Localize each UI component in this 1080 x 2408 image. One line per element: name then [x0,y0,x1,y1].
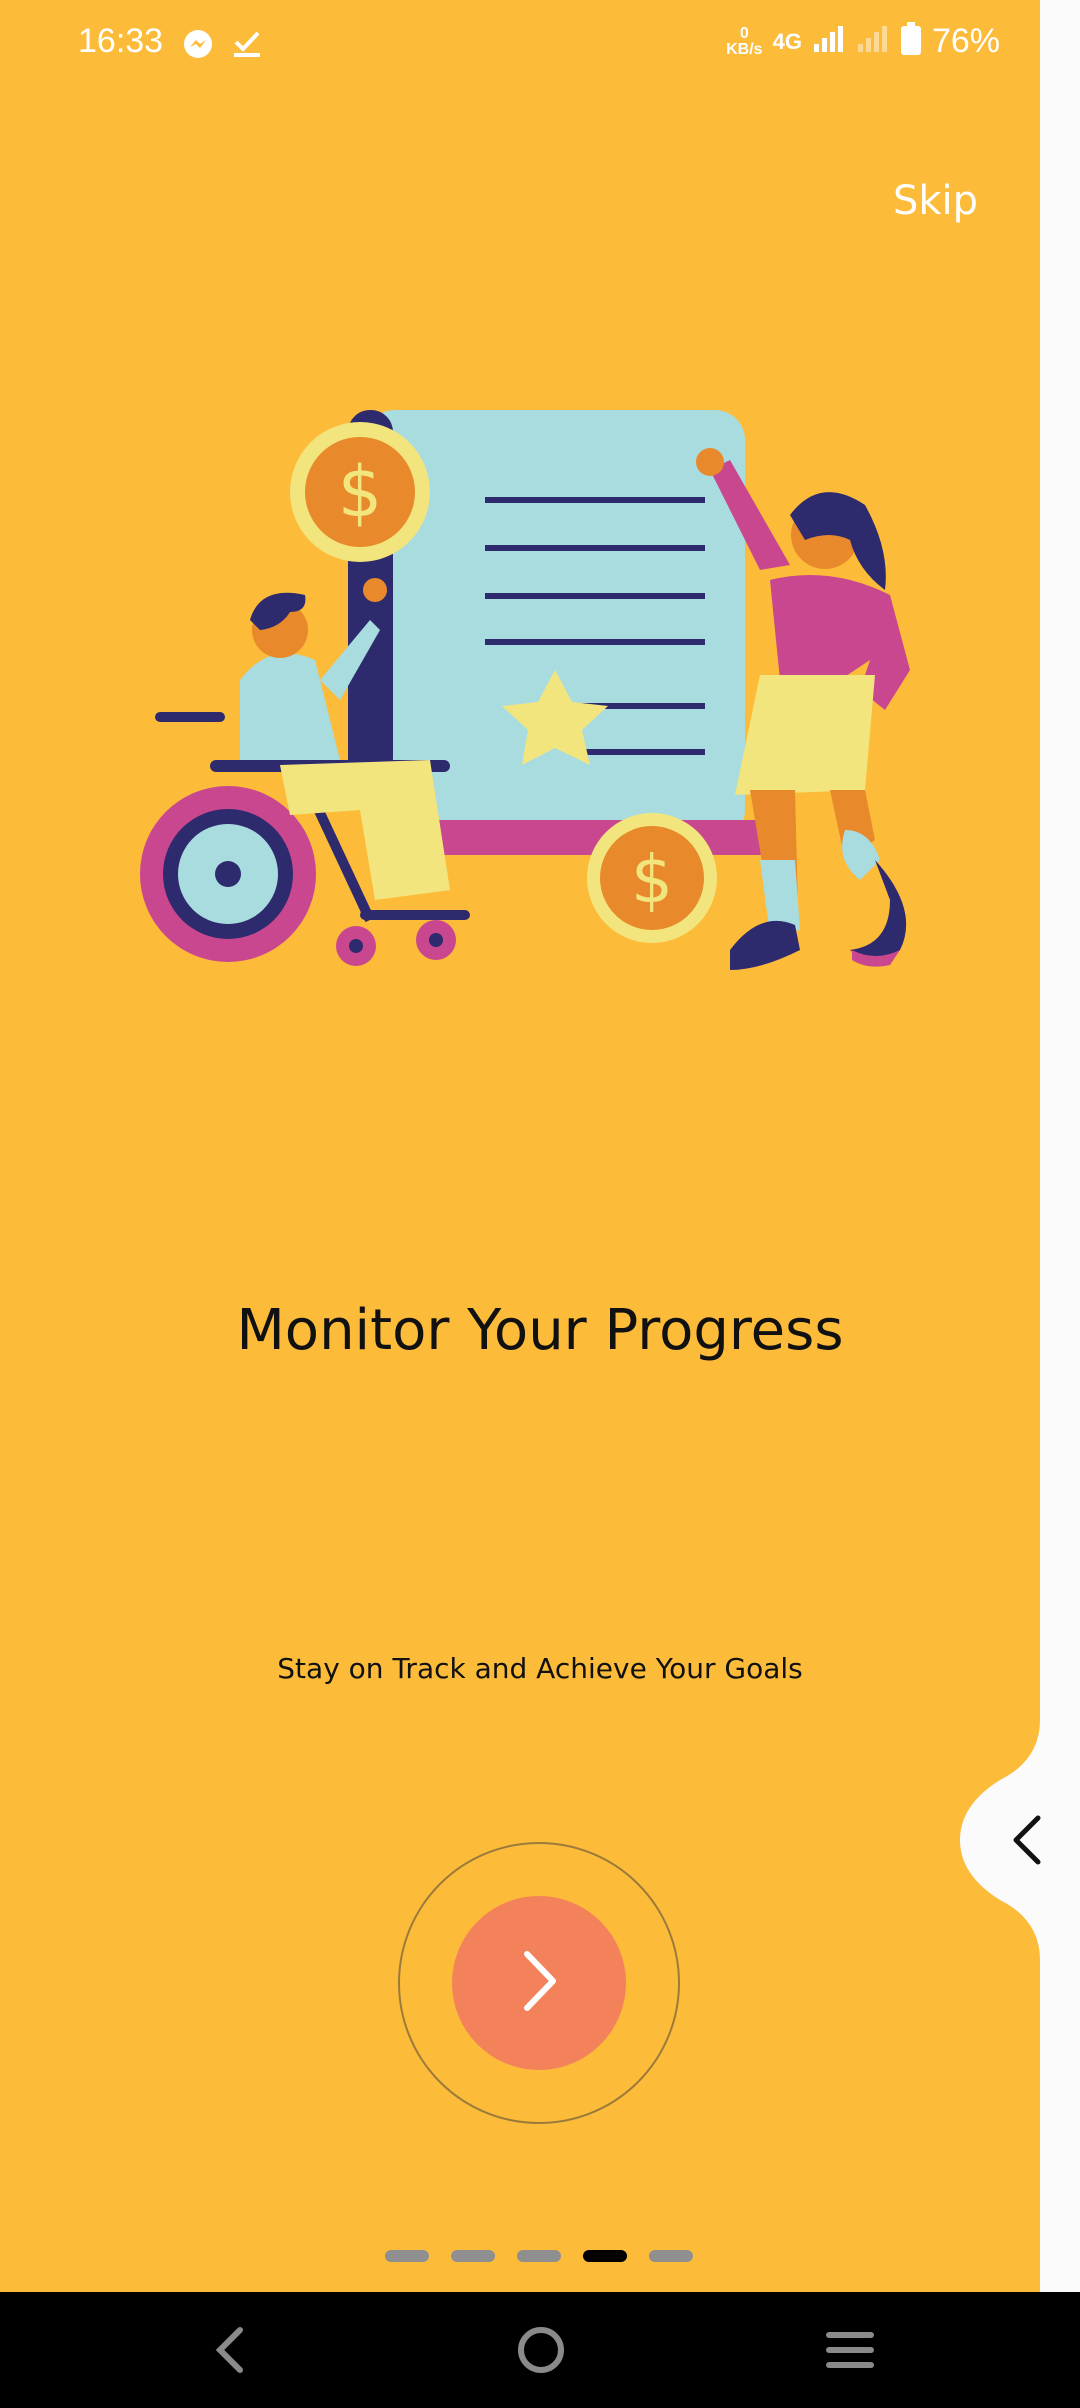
status-bar: 16:33 0 KB/s 4G 76% [0,0,1040,90]
signal-icon-sim2 [856,24,890,59]
navigation-bar [0,2292,1080,2408]
edge-back-tab[interactable] [960,1720,1080,1960]
signal-icon [812,24,846,59]
skip-button[interactable]: Skip [893,178,978,224]
battery-percent: 76% [931,22,1000,60]
svg-text:$: $ [338,451,383,533]
home-icon[interactable] [516,2322,566,2383]
page-indicator [385,2250,693,2262]
status-right: 0 KB/s 4G 76% [726,22,1000,61]
page-dot[interactable] [649,2250,693,2262]
onboarding-illustration: $ $ [130,390,930,990]
page-dot[interactable] [517,2250,561,2262]
menu-icon[interactable] [824,2322,876,2383]
onboarding-subtitle: Stay on Track and Achieve Your Goals [277,1652,803,1685]
page-dot-active[interactable] [583,2250,627,2262]
page-dot[interactable] [451,2250,495,2262]
messenger-icon [182,28,214,65]
svg-text:$: $ [631,841,673,918]
back-icon[interactable] [210,2322,250,2383]
network-type: 4G [772,28,802,54]
net-speed: 0 KB/s [726,24,763,58]
checkmark-icon [232,28,262,63]
chevron-right-icon [509,1946,569,2021]
page-dot[interactable] [385,2250,429,2262]
status-time: 16:33 [78,22,164,60]
onboarding-title: Monitor Your Progress [236,1298,844,1363]
battery-icon [900,22,922,61]
next-button[interactable] [452,1896,626,2070]
